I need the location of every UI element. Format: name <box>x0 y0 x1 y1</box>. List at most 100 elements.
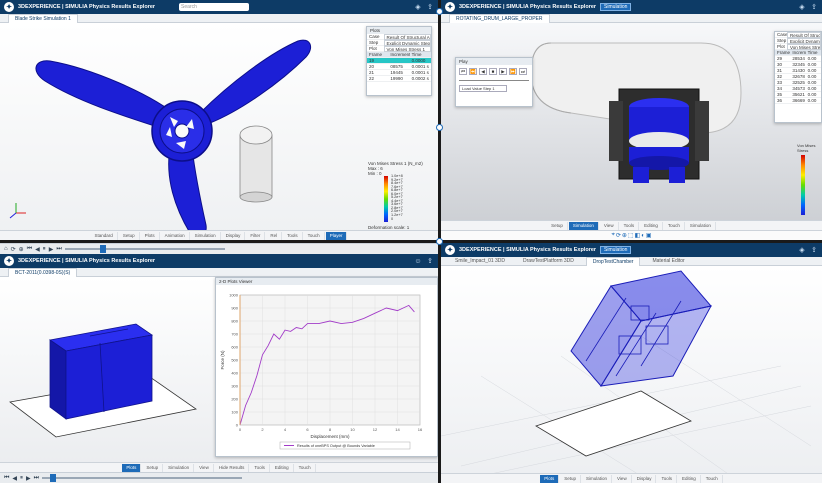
bottom-tab[interactable]: Simulation <box>164 463 195 472</box>
tag-icon[interactable]: ◈ <box>798 3 806 11</box>
bottom-tab[interactable]: Touch <box>295 463 316 472</box>
document-tab[interactable]: DropTestChamber <box>585 256 641 266</box>
player-slider[interactable] <box>459 80 529 81</box>
plot-viewer-window[interactable]: 2-D Plots Viewer 0 2 4 6 8 10 12 14 16 0 100 200 300… <box>215 277 438 457</box>
bottom-tab[interactable]: Setup <box>142 463 164 472</box>
bottom-tab[interactable]: Simulation <box>568 221 599 230</box>
pause-icon[interactable]: ⏸ <box>43 246 46 253</box>
tag-icon[interactable]: ◈ <box>414 3 422 11</box>
tag-icon[interactable]: ◈ <box>798 246 806 254</box>
player-button[interactable]: ◀ <box>479 68 487 75</box>
player-button[interactable]: ■ <box>489 68 497 75</box>
bottom-tab[interactable]: Rel <box>266 231 283 240</box>
results-panel[interactable]: CaseResult Of Structural AStepExplicit D… <box>774 31 822 123</box>
share-icon[interactable]: ⇪ <box>810 3 818 11</box>
animation-slider[interactable] <box>64 245 225 253</box>
skip-start-icon[interactable]: ⏮ <box>27 246 32 253</box>
bottom-tab[interactable]: Player <box>325 231 348 240</box>
horizontal-split[interactable] <box>0 240 822 243</box>
prev-frame-icon[interactable]: ◀ <box>12 475 17 482</box>
top-left-viewport[interactable]: Plots CaseResult Of Structural Analysis … <box>0 23 438 240</box>
bottom-tab[interactable]: Touch <box>702 474 723 483</box>
compass-icon[interactable]: ✦ <box>445 245 455 255</box>
split-handle-top[interactable] <box>436 8 443 15</box>
bottom-tab[interactable]: Touch <box>304 231 325 240</box>
player-field[interactable]: Load Value Step 1 <box>459 85 507 92</box>
tab-rotating-drum[interactable]: ROTATING_DRUM_LARGE_PROPER <box>449 13 550 23</box>
play-icon[interactable]: ▶ <box>49 246 54 253</box>
compass-icon[interactable]: ✦ <box>445 2 455 12</box>
bottom-right-viewport[interactable]: Plots Setup Simulation View Display Tools Edit… <box>441 266 822 483</box>
bottom-tab[interactable]: Animation <box>161 231 190 240</box>
document-tab[interactable]: DrawTestPlatform 3DD <box>517 257 580 266</box>
top-right-viewport[interactable]: Play ⏮ ⏪ ◀ ■ ▶ ⏩ ⏭ Load Value Step 1 Case Resul… <box>441 23 822 240</box>
player-button[interactable]: ▶ <box>499 68 507 75</box>
user-icon[interactable]: ☺ <box>414 257 422 265</box>
share-icon[interactable]: ⇪ <box>810 246 818 254</box>
select-icon[interactable]: ⌖ <box>611 232 614 239</box>
home-icon[interactable]: ⌂ <box>4 246 8 252</box>
rotate-icon[interactable]: ⟳ <box>616 232 621 239</box>
simulation-tag[interactable]: Simulation <box>600 246 632 254</box>
rotate-icon[interactable]: ⟳ <box>11 246 16 253</box>
player-panel[interactable]: Play ⏮ ⏪ ◀ ■ ▶ ⏩ ⏭ Load Value Step 1 <box>455 57 533 107</box>
share-icon[interactable]: ⇪ <box>426 257 434 265</box>
share-icon[interactable]: ⇪ <box>426 3 434 11</box>
player-button[interactable]: ⏩ <box>509 68 517 75</box>
bottom-tab[interactable]: Simulation <box>191 231 221 240</box>
player-button[interactable]: ⏪ <box>469 68 477 75</box>
tab-blade-strike[interactable]: Blade Strike Simulation 1 <box>8 13 78 23</box>
section-icon[interactable]: ▣ <box>646 232 652 239</box>
split-handle-mid[interactable] <box>436 124 443 131</box>
play-icon[interactable]: ▶ <box>26 475 31 482</box>
bottom-left-viewport[interactable]: 2-D Plots Viewer 0 2 4 6 8 10 12 14 16 0 100 200 300… <box>0 277 438 483</box>
bottom-tab[interactable]: Hide Results <box>215 463 250 472</box>
zoom-icon[interactable]: ⊕ <box>19 246 24 253</box>
view-cube-icon[interactable]: ◧ <box>635 232 641 239</box>
bottom-animation-slider[interactable] <box>42 474 243 482</box>
bottom-tab[interactable]: Setup <box>560 474 581 483</box>
split-handle-center[interactable] <box>436 238 443 245</box>
compass-icon[interactable]: ✦ <box>4 2 14 12</box>
player-button[interactable]: ⏭ <box>519 68 527 75</box>
bottom-tab[interactable]: Simulation <box>582 474 613 483</box>
document-tab[interactable]: Material Editor <box>646 257 690 266</box>
bottom-tab[interactable]: Editing <box>271 463 294 472</box>
bottom-tab[interactable]: Plots <box>122 463 142 472</box>
fit-icon[interactable]: ⬚ <box>628 232 634 239</box>
bottom-tab[interactable]: Standard <box>91 231 118 240</box>
bottom-tab[interactable]: Tools <box>283 231 303 240</box>
bottom-tab[interactable]: Simulation <box>686 221 716 230</box>
bottom-tab[interactable]: Touch <box>664 221 685 230</box>
compass-icon[interactable]: ✦ <box>4 256 14 266</box>
bottom-tab[interactable]: Editing <box>678 474 701 483</box>
bottom-tab[interactable]: Editing <box>640 221 663 230</box>
bottom-tab[interactable]: Tools <box>657 474 677 483</box>
bottom-tab[interactable]: View <box>613 474 632 483</box>
search-input[interactable]: Search <box>179 3 250 11</box>
bottom-tab[interactable]: Setup <box>547 221 568 230</box>
bottom-tab[interactable]: View <box>195 463 214 472</box>
zoom-icon[interactable]: ⊕ <box>622 232 627 239</box>
table-row[interactable]: 36 36669 0.00 <box>775 98 821 104</box>
bottom-tab[interactable]: Tools <box>620 221 640 230</box>
prev-frame-icon[interactable]: ◀ <box>35 246 40 253</box>
plots-panel[interactable]: Plots CaseResult Of Structural Analysis … <box>366 26 432 96</box>
bottom-tab[interactable]: Display <box>222 231 246 240</box>
document-tab[interactable]: Smile_Impact_01 3DD <box>449 257 511 266</box>
bottom-tab[interactable]: Display <box>633 474 657 483</box>
player-button[interactable]: ⏮ <box>459 68 467 75</box>
bottom-tab[interactable]: Tools <box>250 463 270 472</box>
bottom-tab[interactable]: Filter <box>246 231 266 240</box>
skip-start-icon[interactable]: ⏮ <box>4 475 9 482</box>
table-row[interactable]: 22 19990 0.0002 s <box>367 76 431 82</box>
pause-icon[interactable]: ⏸ <box>20 475 23 482</box>
render-icon[interactable]: ◐ <box>641 233 645 239</box>
bottom-tab[interactable]: View <box>600 221 619 230</box>
skip-end-icon[interactable]: ⏭ <box>34 475 39 482</box>
bottom-tab[interactable]: Setup <box>119 231 140 240</box>
bottom-tab[interactable]: Plots <box>540 474 560 483</box>
tab-bct[interactable]: BCT-2011(0.0398-0S)(S) <box>8 267 78 277</box>
bottom-tab[interactable]: Plots <box>141 231 160 240</box>
simulation-tag[interactable]: Simulation <box>600 3 632 11</box>
